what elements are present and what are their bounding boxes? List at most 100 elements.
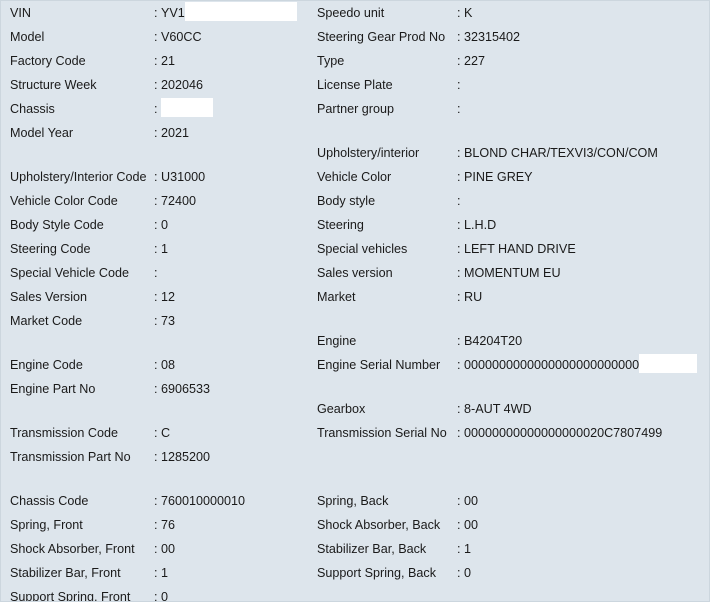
- field-row-chassis-code: Chassis Code:760010000010: [10, 489, 310, 513]
- section-transmission-right: Gearbox:8-AUT 4WD Transmission Serial No:…: [317, 397, 709, 445]
- field-label-transmission-serial-no: Transmission Serial No: [317, 426, 447, 440]
- field-value-text: 202046: [161, 78, 204, 92]
- field-value-text: LEFT HAND DRIVE: [464, 242, 576, 256]
- field-value-factory-code: :21: [154, 49, 175, 73]
- field-separator: :: [457, 358, 461, 372]
- field-value-sales-version: :12: [154, 285, 175, 309]
- field-separator: :: [457, 78, 461, 92]
- section-trim-and-market-right: Upholstery/interior : BLOND CHAR/TEXVI3/CO…: [317, 141, 709, 309]
- field-label-upholstery-interior-code: Upholstery/Interior Code: [10, 170, 147, 184]
- field-label-spring-back: Spring, Back: [317, 494, 389, 508]
- field-value-text: 73: [161, 314, 176, 328]
- field-value-text: 00: [161, 542, 176, 556]
- field-separator: :: [457, 426, 461, 440]
- field-separator: :: [154, 30, 158, 44]
- field-row-structure-week: Structure Week :202046: [10, 73, 310, 97]
- field-row-engine-part-no: Engine Part No:6906533: [10, 377, 310, 401]
- field-row-market-code: Market Code:73: [10, 309, 310, 333]
- field-label-type: Type: [317, 54, 345, 68]
- field-separator: :: [154, 218, 158, 232]
- field-value-body-style: :: [457, 189, 464, 213]
- field-row-sales-version: Sales version: MOMENTUM EU: [317, 261, 709, 285]
- field-label-engine: Engine: [317, 334, 357, 348]
- field-value-support-spring-front: :0: [154, 585, 168, 601]
- field-value-text: 0: [161, 218, 169, 232]
- field-separator: :: [457, 6, 461, 20]
- field-value-text: 8-AUT 4WD: [464, 402, 532, 416]
- field-separator: :: [457, 170, 461, 184]
- field-value-license-plate: :: [457, 73, 464, 97]
- field-label-model: Model: [10, 30, 45, 44]
- field-label-support-spring-front: Support Spring, Front: [10, 590, 131, 602]
- field-value-text: 00000000000000000020C7807499: [464, 426, 663, 440]
- field-label-body-style-code: Body Style Code: [10, 218, 104, 232]
- field-value-text: C: [161, 426, 171, 440]
- field-value-spring-front: :76: [154, 513, 175, 537]
- field-separator: :: [154, 242, 158, 256]
- field-separator: :: [457, 494, 461, 508]
- field-value-steering-gear-prod-no: :32315402: [457, 25, 520, 49]
- field-separator: :: [457, 242, 461, 256]
- field-label-engine-code: Engine Code: [10, 358, 83, 372]
- field-row-stabilizer-bar-front: Stabilizer Bar, Front:1: [10, 561, 310, 585]
- field-separator: :: [457, 402, 461, 416]
- section-vehicle-identity-left: VIN: YV1 Model: V60CC Factory Code:21 Structu…: [10, 1, 310, 145]
- field-row-engine-code: Engine Code:08: [10, 353, 310, 377]
- field-value-text: RU: [464, 290, 483, 304]
- field-row-shock-absorber-back: Shock Absorber, Back:00: [317, 513, 709, 537]
- field-separator: :: [154, 358, 158, 372]
- field-row-chassis: Chassis:: [10, 97, 310, 121]
- field-label-market: Market: [317, 290, 356, 304]
- section-engine-left: Engine Code:08 Engine Part No:6906533: [10, 353, 310, 401]
- field-row-upholstery-interior-code: Upholstery/Interior Code: U31000: [10, 165, 310, 189]
- field-value-type: :227: [457, 49, 485, 73]
- field-label-special-vehicles: Special vehicles: [317, 242, 408, 256]
- field-value-engine-serial-number: :0000000000000000000000000: [457, 353, 698, 377]
- field-label-gearbox: Gearbox: [317, 402, 366, 416]
- field-label-engine-part-no: Engine Part No: [10, 382, 96, 396]
- field-value-special-vehicles: : LEFT HAND DRIVE: [457, 237, 576, 261]
- field-value-vehicle-color: : PINE GREY: [457, 165, 533, 189]
- field-row-vehicle-color-code: Vehicle Color Code:72400: [10, 189, 310, 213]
- field-value-stabilizer-bar-back: :1: [457, 537, 471, 561]
- field-value-stabilizer-bar-front: :1: [154, 561, 168, 585]
- field-row-support-spring-front: Support Spring, Front :0: [10, 585, 310, 602]
- field-value-text: 00: [464, 494, 479, 508]
- field-label-structure-week: Structure Week: [10, 78, 97, 92]
- field-value-vehicle-color-code: :72400: [154, 189, 196, 213]
- field-label-chassis-code: Chassis Code: [10, 494, 89, 508]
- field-separator: :: [457, 146, 461, 160]
- field-value-text: K: [464, 6, 473, 20]
- section-trim-and-market-left: Upholstery/Interior Code: U31000 Vehicle C…: [10, 165, 310, 333]
- field-value-text: PINE GREY: [464, 170, 533, 184]
- field-row-special-vehicles: Special vehicles: LEFT HAND DRIVE: [317, 237, 709, 261]
- field-value-text: 08: [161, 358, 176, 372]
- field-label-steering-code: Steering Code: [10, 242, 91, 256]
- field-value-upholstery-interior: : BLOND CHAR/TEXVI3/CON/COM: [457, 141, 658, 165]
- section-transmission-left: Transmission Code: C Transmission Part No:…: [10, 421, 310, 469]
- field-label-vin: VIN: [10, 6, 31, 20]
- field-value-chassis: :: [154, 97, 213, 121]
- field-separator: :: [154, 170, 158, 184]
- field-separator: :: [154, 426, 158, 440]
- field-label-support-spring-back: Support Spring, Back: [317, 566, 437, 580]
- field-separator: :: [154, 6, 158, 20]
- field-value-text: L.H.D: [464, 218, 497, 232]
- field-value-structure-week: :202046: [154, 73, 203, 97]
- section-engine-right: Engine: B4204T20 Engine Serial Number:0000…: [317, 329, 709, 377]
- field-value-special-vehicle-code: :: [154, 261, 161, 285]
- field-row-body-style: Body style:: [317, 189, 709, 213]
- field-label-shock-absorber-front: Shock Absorber, Front: [10, 542, 135, 556]
- field-value-steering: : L.H.D: [457, 213, 496, 237]
- field-separator: :: [154, 290, 158, 304]
- field-row-body-style-code: Body Style Code:0: [10, 213, 310, 237]
- field-row-partner-group: Partner group:: [317, 97, 709, 121]
- field-value-text: 1: [161, 566, 169, 580]
- field-label-upholstery-interior: Upholstery/interior: [317, 146, 420, 160]
- field-separator: :: [154, 450, 158, 464]
- field-separator: :: [457, 194, 461, 208]
- field-label-model-year: Model Year: [10, 126, 74, 140]
- field-separator: :: [154, 542, 158, 556]
